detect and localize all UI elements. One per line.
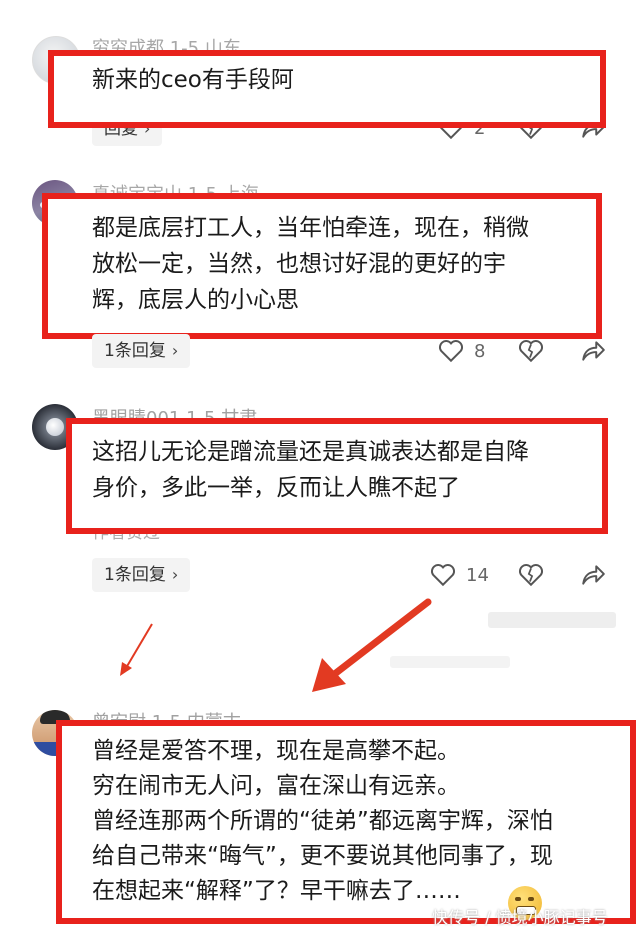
comment-line: 穷在闹市无人问，富在深山有远亲。 xyxy=(92,773,460,799)
reply-label: 1条回复 xyxy=(104,565,166,585)
heart-outline-icon xyxy=(438,340,464,363)
comment-line: 曾经是爱答不理，现在是高攀不起。 xyxy=(92,738,460,764)
comment-line: 身价，多此一举，反而让人瞧不起了 xyxy=(92,475,460,501)
broken-heart-icon xyxy=(518,564,544,587)
like-count: 14 xyxy=(466,564,489,586)
comment-text: 新来的ceo有手段阿 xyxy=(92,62,294,98)
reply-label: 1条回复 xyxy=(104,341,166,361)
chevron-right-icon: › xyxy=(171,565,179,584)
like-button[interactable]: 14 xyxy=(430,563,489,587)
watermark: 快传号 / 愤境小豚记事号 xyxy=(432,908,608,927)
chevron-right-icon: › xyxy=(171,341,179,360)
broken-heart-icon xyxy=(518,340,544,363)
red-arrow xyxy=(120,623,153,676)
dislike-button[interactable] xyxy=(518,339,544,363)
share-arrow-icon xyxy=(582,565,605,585)
comment-text: 曾经是爱答不理，现在是高攀不起。 穷在闹市无人问，富在深山有远亲。 曾经连那两个… xyxy=(92,734,553,909)
comment-line: 都是底层打工人，当年怕牵连，现在，稍微 xyxy=(92,215,529,241)
share-arrow-icon xyxy=(582,341,605,361)
comment-line: 新来的ceo有手段阿 xyxy=(92,67,294,93)
comment-text: 这招儿无论是蹭流量还是真诚表达都是自降 身价，多此一举，反而让人瞧不起了 xyxy=(92,434,529,506)
comment-line: 给自己带来“晦气”，更不要说其他同事了，现 xyxy=(92,843,553,869)
comment-line: 辉，底层人的小心思 xyxy=(92,287,299,313)
comment-text: 都是底层打工人，当年怕牵连，现在，稍微 放松一定，当然，也想讨好混的更好的宇 辉… xyxy=(92,210,529,318)
heart-outline-icon xyxy=(430,564,456,587)
red-arrow xyxy=(312,598,432,692)
replies-button[interactable]: 1条回复 › xyxy=(92,334,191,368)
replies-button[interactable]: 1条回复 › xyxy=(92,558,191,592)
comment-line: 放松一定，当然，也想讨好混的更好的宇 xyxy=(92,251,506,277)
dislike-button[interactable] xyxy=(518,563,544,587)
comment-line: 这招儿无论是蹭流量还是真诚表达都是自降 xyxy=(92,439,529,465)
like-button[interactable]: 8 xyxy=(438,339,485,363)
comment-line: 曾经连那两个所谓的“徒弟”都远离宇辉，深怕 xyxy=(92,808,553,834)
faint-placeholder xyxy=(488,612,616,628)
share-button[interactable] xyxy=(580,339,606,363)
share-button[interactable] xyxy=(580,563,606,587)
like-count: 8 xyxy=(474,340,486,362)
